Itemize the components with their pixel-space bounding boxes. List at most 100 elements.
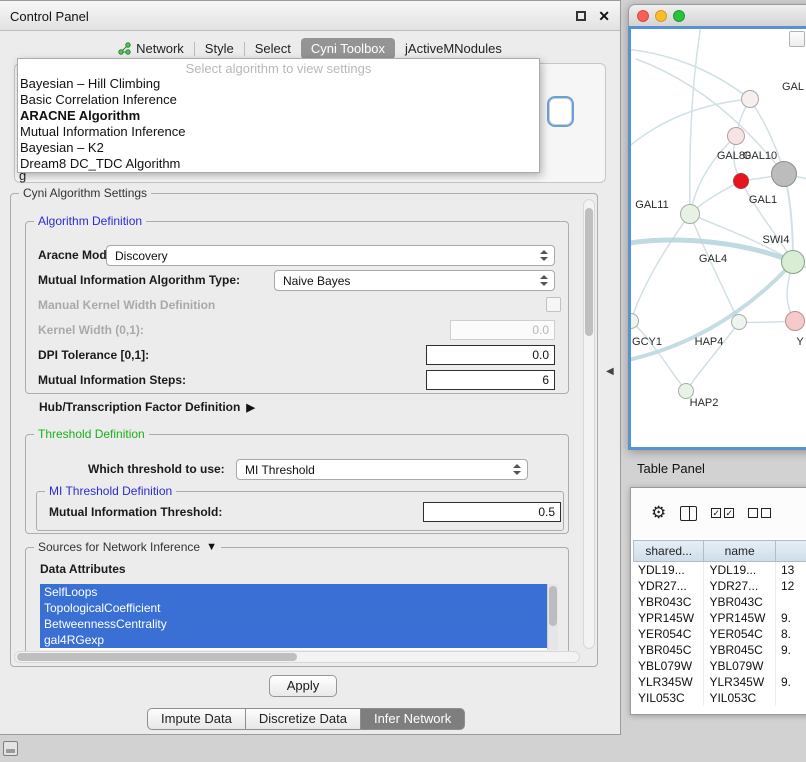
sources-header[interactable]: Sources for Network Inference ▼ [34,540,221,554]
attribute-item-selected[interactable]: TopologicalCoefficient [40,600,547,616]
network-node[interactable] [628,313,639,329]
table-row[interactable]: YDR27...YDR27...12 [633,578,806,594]
table-cell[interactable]: YDL19... [704,562,775,578]
tab-cyni-toolbox[interactable]: Cyni Toolbox [301,38,395,59]
table-cell[interactable]: 12 [776,578,806,594]
manual-kernel-checkbox [546,297,561,312]
table-cell[interactable] [776,658,806,674]
checked-box-icon: ✓ [711,508,721,518]
table-cell[interactable]: YBR043C [704,594,775,610]
table-cell[interactable]: 9. [776,642,806,658]
network-node[interactable] [731,314,747,330]
column-header[interactable] [776,540,806,562]
network-node-label: GAL [782,81,804,93]
network-node[interactable] [733,173,749,189]
tab-infer-network[interactable]: Infer Network [361,708,465,730]
table-row[interactable]: YBL079WYBL079W [633,658,806,674]
table-cell[interactable]: YLR345W [633,674,704,690]
column-header[interactable]: shared... [633,540,704,562]
tab-select[interactable]: Select [245,38,301,59]
table-row[interactable]: YPR145WYPR145W9. [633,610,806,626]
table-row[interactable]: YBR045CYBR045C9. [633,642,806,658]
hub-definition-header[interactable]: Hub/Transcription Factor Definition ▶ [39,400,255,414]
table-row[interactable]: YBR043CYBR043C [633,594,806,610]
table-cell[interactable]: YIL053C [633,690,704,706]
table-cell[interactable]: 9. [776,674,806,690]
table-cell[interactable]: YPR145W [633,610,704,626]
table-row[interactable]: YIL053CYIL053C [633,690,806,706]
help-button[interactable] [547,96,574,127]
table-cell[interactable]: YDR27... [704,578,775,594]
dpi-tolerance-field[interactable] [426,345,555,365]
float-window-icon[interactable] [576,11,586,21]
network-node[interactable] [727,127,745,145]
network-node[interactable] [781,250,805,274]
tab-network[interactable]: Network [108,38,194,59]
dropdown-item[interactable]: Basic Correlation Inference [18,92,539,108]
apply-button[interactable]: Apply [269,675,337,697]
mi-steps-field[interactable] [426,370,555,390]
tab-discretize-data[interactable]: Discretize Data [246,708,361,730]
network-window-titlebar[interactable] [628,4,806,26]
zoom-traffic-light[interactable] [673,10,685,22]
table-cell[interactable] [776,690,806,706]
network-node[interactable] [785,311,805,331]
splitter-collapse-arrow[interactable]: ◀ [606,366,614,377]
table-cell[interactable]: 8. [776,626,806,642]
table-cell[interactable]: 13 [776,562,806,578]
table-cell[interactable]: 9. [776,610,806,626]
network-corner-button[interactable] [789,31,805,47]
network-node[interactable] [680,204,700,224]
gear-icon[interactable]: ⚙ [651,503,666,523]
tab-jactivemnodules[interactable]: jActiveMNodules [395,38,512,59]
table-cell[interactable]: YIL053C [704,690,775,706]
mi-algorithm-type-select[interactable]: Naive Bayes [274,270,555,291]
table-cell[interactable]: YDL19... [633,562,704,578]
attribute-item-selected[interactable]: BetweennessCentrality [40,616,547,632]
table-cell[interactable]: YBL079W [633,658,704,674]
table-cell[interactable]: YLR345W [704,674,775,690]
threshold-select[interactable]: MI Threshold [236,459,528,480]
settings-horizontal-scrollbar[interactable] [14,651,580,663]
close-icon[interactable]: ✕ [598,8,610,25]
dropdown-item-selected[interactable]: ARACNE Algorithm [18,108,539,124]
select-all-icon[interactable]: ✓ ✓ [711,508,734,518]
column-selector-icon[interactable] [680,506,697,521]
panel-grip-icon[interactable] [3,741,18,756]
table-row[interactable]: YDL19...YDL19...13 [633,562,806,578]
attribute-list-scrollbar[interactable] [547,584,558,650]
close-traffic-light[interactable] [637,10,649,22]
attribute-item-selected[interactable]: SelfLoops [40,584,547,600]
column-header[interactable]: name [704,540,775,562]
scrollbar-thumb[interactable] [585,208,593,336]
dropdown-item[interactable]: Mutual Information Inference [18,124,539,140]
attribute-item-selected[interactable]: gal4RGexp [40,632,547,648]
table-cell[interactable]: YBR045C [704,642,775,658]
table-cell[interactable]: YBR043C [633,594,704,610]
algorithm-dropdown-list: Select algorithm to view settings Bayesi… [17,58,540,173]
mi-threshold-field[interactable] [423,502,561,522]
deselect-all-icon[interactable] [748,508,771,518]
network-node[interactable] [771,161,797,187]
table-cell[interactable] [776,594,806,610]
table-cell[interactable]: YBR045C [633,642,704,658]
tab-style[interactable]: Style [195,38,244,59]
scrollbar-thumb[interactable] [17,653,297,661]
table-cell[interactable]: YER054C [704,626,775,642]
network-node[interactable] [741,90,759,108]
minimize-traffic-light[interactable] [655,10,667,22]
hub-definition-label: Hub/Transcription Factor Definition [39,400,240,414]
network-canvas[interactable]: GAL80GAL10GALGAL11GAL1SWI4GAL4GCY1HAP4HA… [628,26,806,450]
table-cell[interactable]: YDR27... [633,578,704,594]
table-row[interactable]: YLR345WYLR345W9. [633,674,806,690]
dropdown-item[interactable]: Dream8 DC_TDC Algorithm [18,156,539,172]
table-cell[interactable]: YER054C [633,626,704,642]
table-cell[interactable]: YPR145W [704,610,775,626]
dropdown-item[interactable]: Bayesian – K2 [18,140,539,156]
dropdown-item[interactable]: Bayesian – Hill Climbing [18,76,539,92]
table-cell[interactable]: YBL079W [704,658,775,674]
tab-impute-data[interactable]: Impute Data [147,708,246,730]
settings-vertical-scrollbar[interactable] [583,199,595,649]
table-row[interactable]: YER054CYER054C8. [633,626,806,642]
aracne-mode-select[interactable]: Discovery [106,245,555,266]
